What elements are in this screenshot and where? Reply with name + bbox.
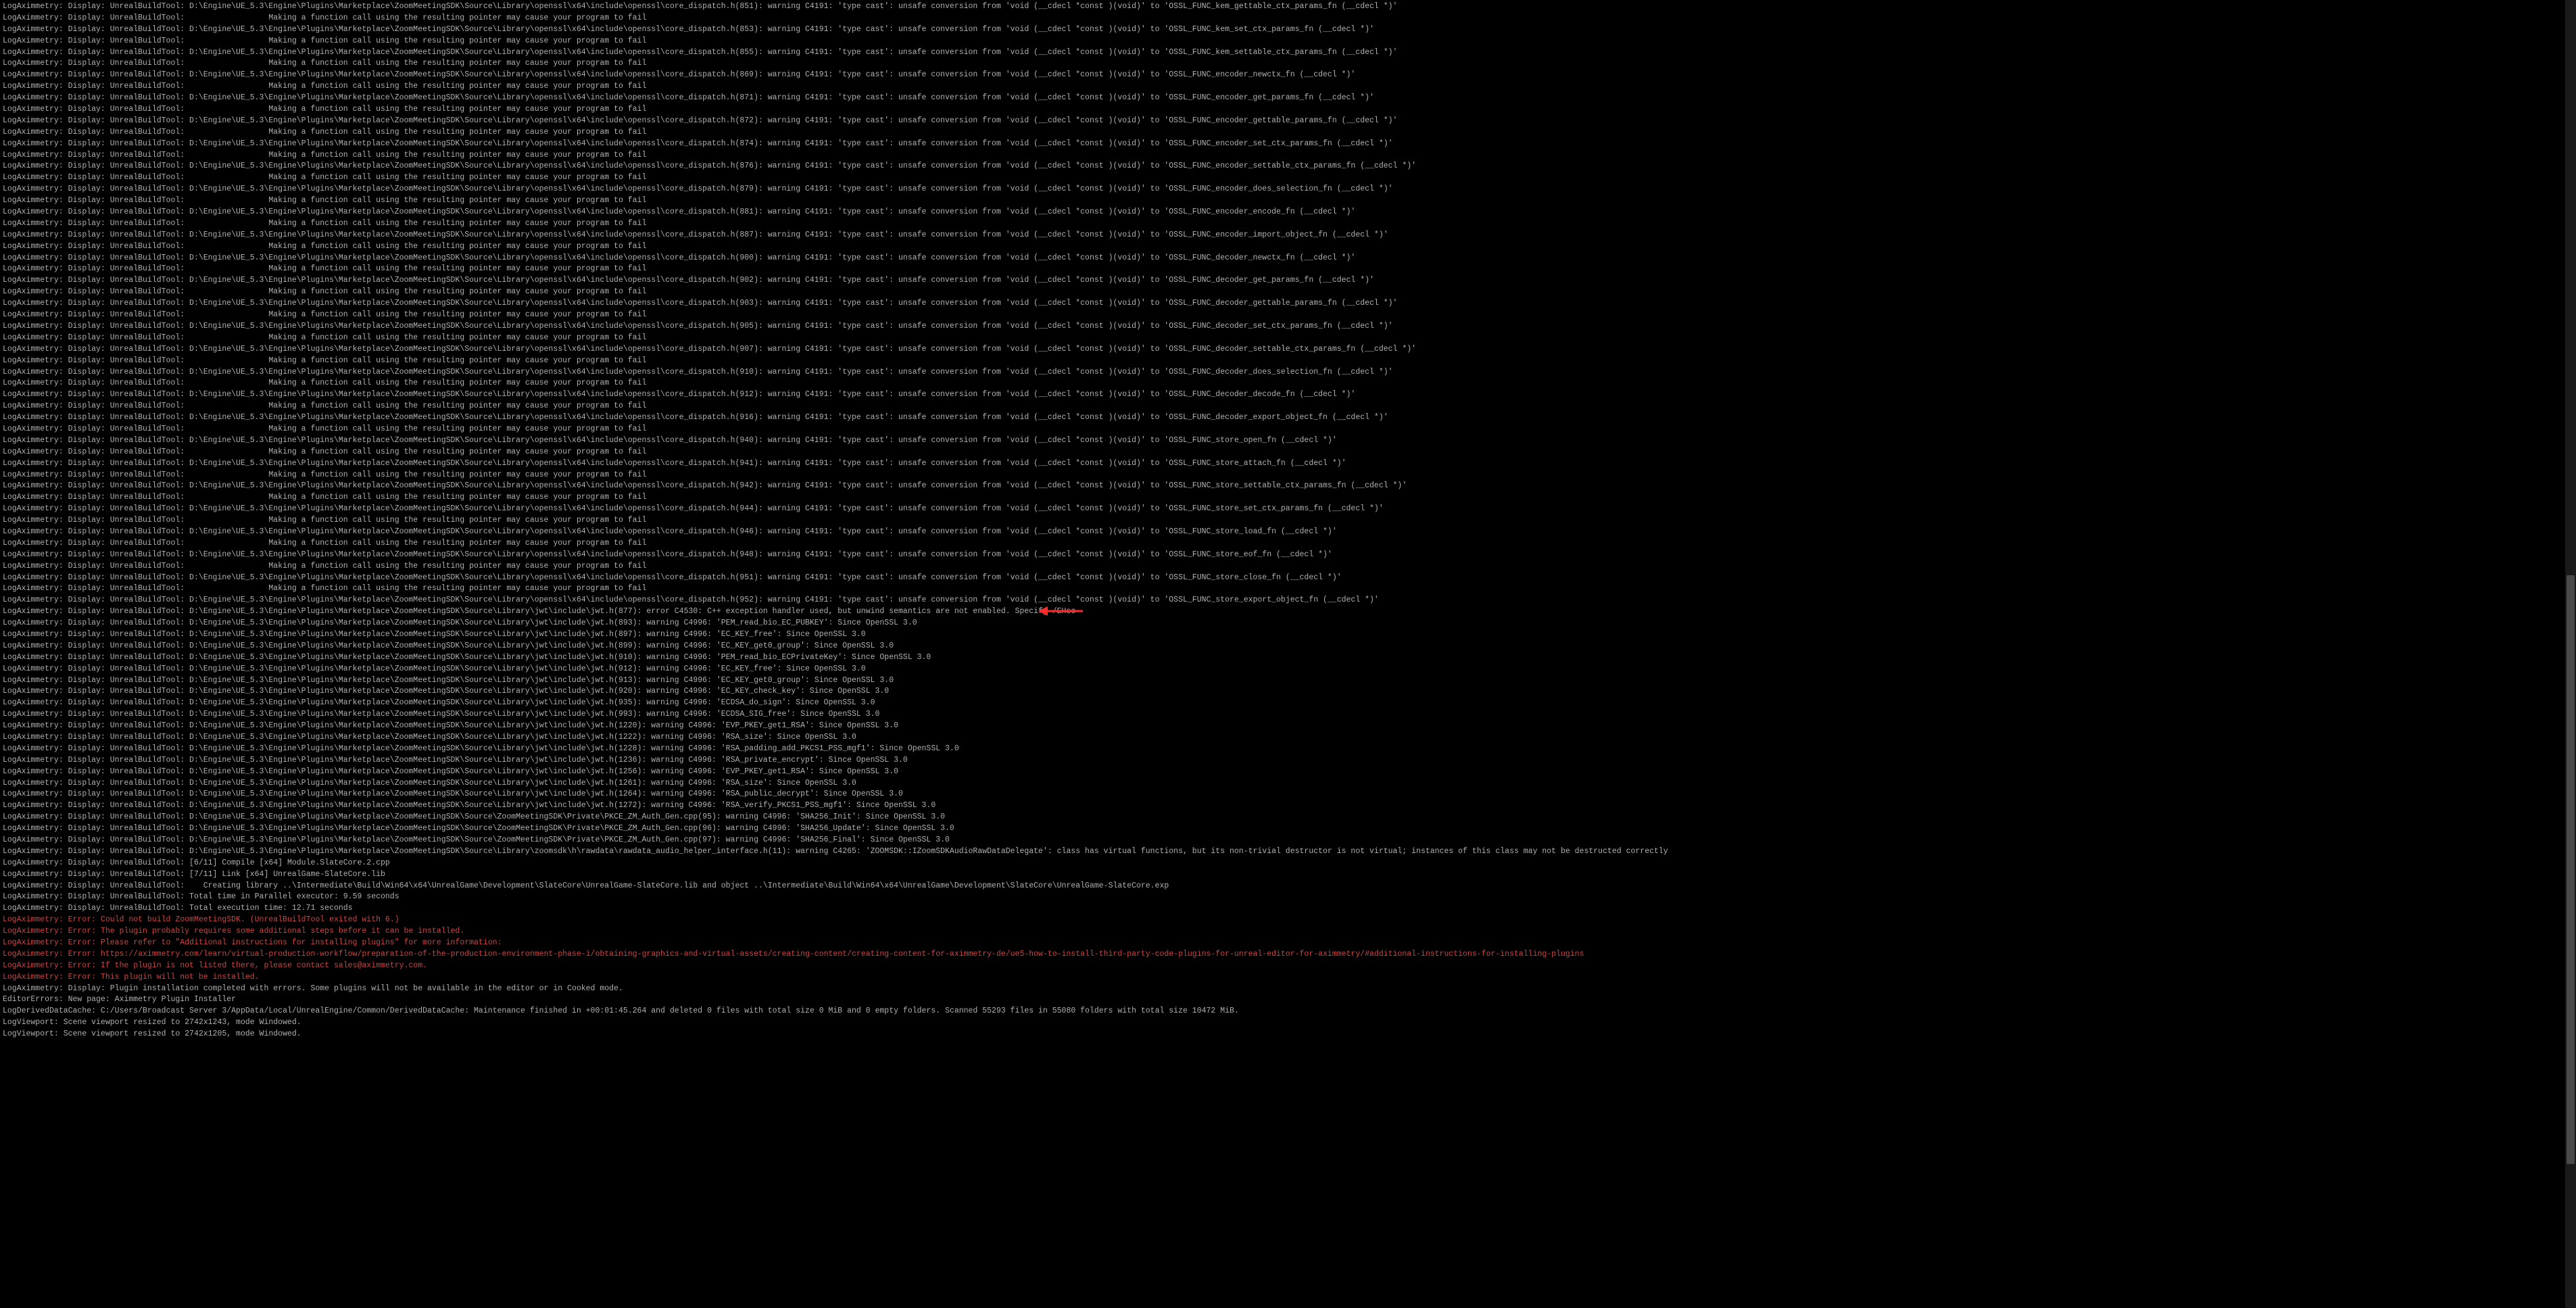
log-line: LogAximmetry: Display: UnrealBuildTool: … [3, 58, 2573, 70]
log-line: LogAximmetry: Display: UnrealBuildTool: … [3, 721, 2573, 732]
log-line: LogAximmetry: Display: UnrealBuildTool: … [3, 778, 2573, 790]
log-line: LogAximmetry: Display: UnrealBuildTool: … [3, 116, 2573, 127]
log-line: LogAximmetry: Display: UnrealBuildTool: … [3, 755, 2573, 767]
log-line: LogAximmetry: Display: UnrealBuildTool: … [3, 709, 2573, 721]
log-error-line: LogAximmetry: Error: The plugin probably… [3, 926, 2573, 938]
log-line: LogAximmetry: Display: UnrealBuildTool: … [3, 652, 2573, 664]
vertical-scrollbar[interactable] [2565, 0, 2576, 1308]
log-line: LogAximmetry: Display: UnrealBuildTool: … [3, 698, 2573, 709]
scrollbar-thumb[interactable] [2567, 575, 2575, 1164]
log-line: LogAximmetry: Display: UnrealBuildTool: … [3, 161, 2573, 172]
log-line: LogAximmetry: Display: UnrealBuildTool: … [3, 24, 2573, 36]
log-error-line: LogAximmetry: Error: https://aximmetry.c… [3, 949, 2573, 961]
log-line: LogAximmetry: Display: UnrealBuildTool: … [3, 207, 2573, 218]
log-line: LogViewport: Scene viewport resized to 2… [3, 1029, 2573, 1040]
log-line: LogAximmetry: Display: UnrealBuildTool: … [3, 504, 2573, 515]
log-line: LogAximmetry: Display: UnrealBuildTool: … [3, 858, 2573, 869]
log-line: LogAximmetry: Display: UnrealBuildTool: … [3, 458, 2573, 470]
log-line: LogAximmetry: Display: UnrealBuildTool: … [3, 550, 2573, 561]
log-line-c4530: LogAximmetry: Display: UnrealBuildTool: … [3, 606, 2573, 618]
log-error-line: LogAximmetry: Error: Please refer to "Ad… [3, 938, 2573, 949]
log-line: LogAximmetry: Display: UnrealBuildTool: … [3, 435, 2573, 447]
log-line: LogAximmetry: Display: UnrealBuildTool: … [3, 367, 2573, 379]
log-line: LogAximmetry: Display: UnrealBuildTool: … [3, 744, 2573, 755]
log-line: LogAximmetry: Display: UnrealBuildTool: … [3, 253, 2573, 264]
log-line: LogAximmetry: Display: UnrealBuildTool: … [3, 184, 2573, 195]
log-line: LogAximmetry: Display: UnrealBuildTool: … [3, 275, 2573, 287]
log-line: LogAximmetry: Display: UnrealBuildTool: … [3, 641, 2573, 652]
log-line: LogAximmetry: Display: UnrealBuildTool: … [3, 767, 2573, 778]
log-line: LogAximmetry: Display: UnrealBuildTool: … [3, 903, 2573, 915]
log-line: LogAximmetry: Display: Plugin installati… [3, 984, 2573, 995]
log-error-line: LogAximmetry: Error: Could not build Zoo… [3, 915, 2573, 926]
log-line: LogAximmetry: Display: UnrealBuildTool: … [3, 424, 2573, 435]
log-line: LogAximmetry: Display: UnrealBuildTool: … [3, 869, 2573, 881]
log-line: LogAximmetry: Display: UnrealBuildTool: … [3, 333, 2573, 344]
log-line: LogAximmetry: Display: UnrealBuildTool: … [3, 629, 2573, 641]
log-line: LogAximmetry: Display: UnrealBuildTool: … [3, 481, 2573, 492]
log-line: LogAximmetry: Display: UnrealBuildTool: … [3, 47, 2573, 59]
log-error-line: LogAximmetry: Error: If the plugin is no… [3, 961, 2573, 972]
log-line: LogDerivedDataCache: C:/Users/Broadcast … [3, 1006, 2573, 1017]
log-line: LogAximmetry: Display: UnrealBuildTool: … [3, 93, 2573, 104]
log-line: LogAximmetry: Display: UnrealBuildTool: … [3, 846, 2573, 858]
build-log-output: LogAximmetry: Display: UnrealBuildTool: … [3, 1, 2573, 1040]
log-line: LogAximmetry: Display: UnrealBuildTool: … [3, 561, 2573, 573]
log-line: LogAximmetry: Display: UnrealBuildTool: … [3, 447, 2573, 458]
log-line: LogAximmetry: Display: UnrealBuildTool: … [3, 378, 2573, 389]
log-line: LogAximmetry: Display: UnrealBuildTool: … [3, 230, 2573, 241]
log-line: LogAximmetry: Display: UnrealBuildTool: … [3, 675, 2573, 687]
log-line: LogAximmetry: Display: UnrealBuildTool: … [3, 241, 2573, 253]
log-line: LogAximmetry: Display: UnrealBuildTool: … [3, 881, 2573, 892]
log-line: LogAximmetry: Display: UnrealBuildTool: … [3, 127, 2573, 139]
log-line: LogAximmetry: Display: UnrealBuildTool: … [3, 732, 2573, 744]
log-line: LogAximmetry: Display: UnrealBuildTool: … [3, 389, 2573, 401]
log-line: LogAximmetry: Display: UnrealBuildTool: … [3, 812, 2573, 823]
log-line: LogAximmetry: Display: UnrealBuildTool: … [3, 789, 2573, 800]
log-line: LogAximmetry: Display: UnrealBuildTool: … [3, 538, 2573, 550]
log-line: LogViewport: Scene viewport resized to 2… [3, 1017, 2573, 1029]
log-line: LogAximmetry: Display: UnrealBuildTool: … [3, 344, 2573, 356]
log-line: LogAximmetry: Display: UnrealBuildTool: … [3, 401, 2573, 412]
log-line: LogAximmetry: Display: UnrealBuildTool: … [3, 492, 2573, 504]
log-line: LogAximmetry: Display: UnrealBuildTool: … [3, 527, 2573, 538]
log-line: LogAximmetry: Display: UnrealBuildTool: … [3, 218, 2573, 230]
log-line: LogAximmetry: Display: UnrealBuildTool: … [3, 583, 2573, 595]
log-line: LogAximmetry: Display: UnrealBuildTool: … [3, 470, 2573, 481]
log-line: LogAximmetry: Display: UnrealBuildTool: … [3, 195, 2573, 207]
log-line: LogAximmetry: Display: UnrealBuildTool: … [3, 356, 2573, 367]
log-line: LogAximmetry: Display: UnrealBuildTool: … [3, 686, 2573, 698]
log-line: LogAximmetry: Display: UnrealBuildTool: … [3, 321, 2573, 333]
log-error-line: LogAximmetry: Error: This plugin will no… [3, 972, 2573, 984]
log-line: LogAximmetry: Display: UnrealBuildTool: … [3, 172, 2573, 184]
log-line: LogAximmetry: Display: UnrealBuildTool: … [3, 287, 2573, 298]
log-line: LogAximmetry: Display: UnrealBuildTool: … [3, 36, 2573, 47]
log-line: LogAximmetry: Display: UnrealBuildTool: … [3, 104, 2573, 116]
log-line: LogAximmetry: Display: UnrealBuildTool: … [3, 412, 2573, 424]
log-line: LogAximmetry: Display: UnrealBuildTool: … [3, 310, 2573, 321]
log-line: LogAximmetry: Display: UnrealBuildTool: … [3, 150, 2573, 162]
log-line: EditorErrors: New page: Aximmetry Plugin… [3, 994, 2573, 1006]
log-line: LogAximmetry: Display: UnrealBuildTool: … [3, 664, 2573, 675]
log-line: LogAximmetry: Display: UnrealBuildTool: … [3, 835, 2573, 846]
log-line: LogAximmetry: Display: UnrealBuildTool: … [3, 823, 2573, 835]
log-line: LogAximmetry: Display: UnrealBuildTool: … [3, 70, 2573, 81]
log-line: LogAximmetry: Display: UnrealBuildTool: … [3, 800, 2573, 812]
log-line: LogAximmetry: Display: UnrealBuildTool: … [3, 13, 2573, 24]
log-line: LogAximmetry: Display: UnrealBuildTool: … [3, 264, 2573, 275]
log-line: LogAximmetry: Display: UnrealBuildTool: … [3, 515, 2573, 527]
log-line: LogAximmetry: Display: UnrealBuildTool: … [3, 81, 2573, 93]
log-line: LogAximmetry: Display: UnrealBuildTool: … [3, 139, 2573, 150]
log-line: LogAximmetry: Display: UnrealBuildTool: … [3, 298, 2573, 310]
log-line: LogAximmetry: Display: UnrealBuildTool: … [3, 595, 2573, 606]
log-line: LogAximmetry: Display: UnrealBuildTool: … [3, 618, 2573, 629]
log-line: LogAximmetry: Display: UnrealBuildTool: … [3, 1, 2573, 13]
log-line: LogAximmetry: Display: UnrealBuildTool: … [3, 892, 2573, 903]
log-line: LogAximmetry: Display: UnrealBuildTool: … [3, 573, 2573, 584]
